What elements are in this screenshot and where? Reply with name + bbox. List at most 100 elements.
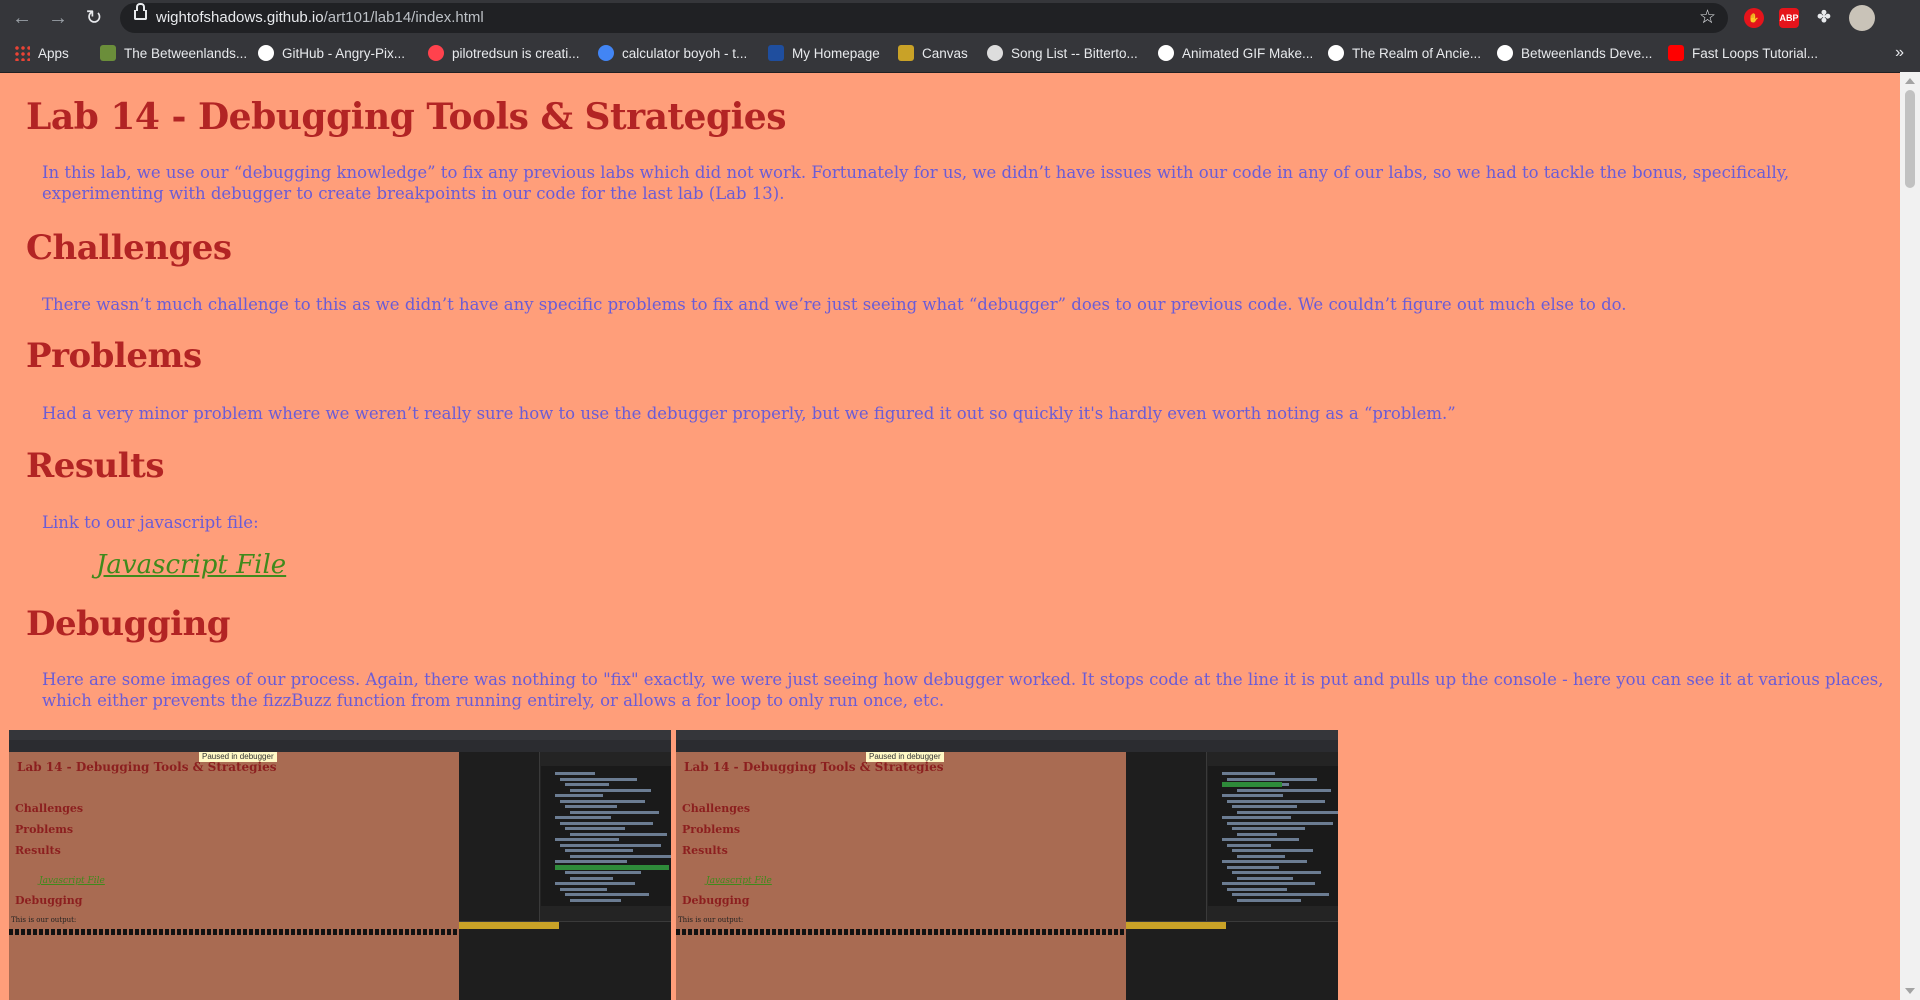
debugger-paused-bar	[1126, 922, 1226, 929]
screenshot-bookmarks-bar	[9, 740, 671, 752]
problems-heading: Problems	[26, 336, 202, 376]
code-line	[570, 788, 651, 792]
devtools-panel	[1126, 752, 1338, 1000]
code-line	[570, 898, 621, 902]
code-line	[555, 772, 595, 775]
mini-heading-debugging: Debugging	[15, 894, 83, 907]
devtools-panel	[459, 752, 671, 1000]
adblock-plus-icon[interactable]: ABP	[1779, 8, 1799, 28]
bookmark-label: The Realm of Ancie...	[1352, 46, 1482, 61]
problems-paragraph: Had a very minor problem where we weren’…	[42, 404, 1456, 423]
mini-heading-debugging: Debugging	[682, 894, 750, 907]
code-line	[1237, 788, 1331, 792]
code-line	[1232, 827, 1305, 830]
bookmark-label: Animated GIF Make...	[1182, 46, 1314, 61]
devtools-source-code	[1208, 766, 1338, 906]
fizzbuzz-output-strip	[676, 929, 1124, 935]
code-line	[1222, 882, 1315, 885]
code-line	[1222, 794, 1283, 797]
mini-page-title: Lab 14 - Debugging Tools & Strategies	[684, 760, 944, 774]
bookmark-item[interactable]: My Homepage	[768, 45, 880, 63]
url-host: wightofshadows.github.io	[156, 9, 324, 26]
extensions-puzzle-icon[interactable]: ✤	[1814, 8, 1834, 28]
code-line	[1222, 860, 1307, 863]
page-scrollbar[interactable]	[1900, 72, 1920, 1000]
code-line	[1222, 838, 1299, 841]
debugger-screenshot-1: Paused in debugger Lab 14 - Debugging To…	[9, 730, 671, 1000]
bookmark-label: Fast Loops Tutorial...	[1692, 46, 1819, 61]
code-line	[1227, 777, 1317, 781]
bookmark-item[interactable]: Canvas	[898, 45, 968, 63]
code-line	[555, 838, 619, 841]
scrollbar-thumb[interactable]	[1905, 90, 1915, 188]
ucsc-icon	[768, 45, 784, 61]
bookmarks-overflow-button[interactable]: »	[1895, 44, 1904, 62]
code-line	[565, 849, 633, 852]
code-line	[1222, 816, 1291, 819]
bookmark-item[interactable]: The Realm of Ancie...	[1328, 45, 1481, 63]
javascript-file-link[interactable]: Javascript File	[96, 550, 286, 580]
apps-grid-icon	[14, 45, 30, 61]
breakpoint-highlight	[555, 865, 669, 870]
screenshot-bookmarks-bar	[676, 740, 1338, 752]
mini-output-text: This is our output:	[678, 916, 744, 924]
lock-icon	[134, 3, 147, 20]
code-line	[1227, 865, 1279, 869]
forward-arrow-icon[interactable]: →	[46, 6, 70, 30]
reload-icon[interactable]: ↻	[82, 6, 106, 30]
challenges-paragraph: There wasn’t much challenge to this as w…	[42, 295, 1627, 314]
bookmark-star-icon[interactable]: ☆	[1699, 6, 1716, 29]
bookmark-item[interactable]: Betweenlands Deve...	[1497, 45, 1652, 63]
url-path: /art101/lab14/index.html	[323, 9, 484, 26]
adblock-label: ABP	[1779, 13, 1799, 23]
bookmark-item[interactable]: Animated GIF Make...	[1158, 45, 1313, 63]
code-line	[565, 783, 609, 786]
song-icon	[987, 45, 1003, 61]
back-arrow-icon[interactable]: ←	[10, 6, 34, 30]
bookmark-label: pilotredsun is creati...	[452, 46, 580, 61]
code-line	[1232, 849, 1313, 852]
debugger-screenshot-2: Paused in debugger Lab 14 - Debugging To…	[676, 730, 1338, 1000]
code-line	[565, 827, 625, 830]
bookmark-item[interactable]: Fast Loops Tutorial...	[1668, 45, 1818, 63]
bookmark-item[interactable]: pilotredsun is creati...	[428, 45, 580, 63]
code-line	[555, 816, 611, 819]
breakpoint-highlight	[1222, 782, 1282, 787]
results-heading: Results	[26, 446, 165, 486]
bookmark-item[interactable]: calculator boyoh - t...	[598, 45, 747, 63]
debugging-paragraph: Here are some images of our process. Aga…	[42, 670, 1884, 710]
code-line	[570, 832, 667, 836]
scroll-down-arrow-icon[interactable]	[1905, 988, 1915, 994]
mini-heading-results: Results	[15, 844, 61, 857]
page-title: Lab 14 - Debugging Tools & Strategies	[26, 96, 786, 138]
bookmark-label: Apps	[38, 46, 69, 61]
betweenlands-icon	[100, 45, 116, 61]
mini-heading-results: Results	[682, 844, 728, 857]
address-bar[interactable]: wightofshadows.github.io/art101/lab14/in…	[120, 3, 1728, 33]
bookmark-label: calculator boyoh - t...	[622, 46, 748, 61]
scroll-up-arrow-icon[interactable]	[1905, 78, 1915, 84]
bookmark-item[interactable]: Apps	[14, 45, 69, 63]
canvas-icon	[898, 45, 914, 61]
extension-hand-icon[interactable]: ✋	[1744, 8, 1764, 28]
devtools-source-code	[541, 766, 671, 906]
results-paragraph: Link to our javascript file:	[42, 513, 259, 532]
bookmark-item[interactable]: Song List -- Bitterto...	[987, 45, 1138, 63]
code-line	[560, 777, 637, 781]
url-text[interactable]: wightofshadows.github.io/art101/lab14/in…	[156, 9, 484, 26]
mini-javascript-link: Javascript File	[706, 876, 772, 886]
mini-heading-challenges: Challenges	[15, 802, 84, 815]
code-line	[570, 810, 659, 814]
bookmark-item[interactable]: GitHub - Angry-Pix...	[258, 45, 405, 63]
code-line	[1232, 871, 1321, 874]
profile-avatar[interactable]	[1849, 5, 1875, 31]
mini-heading-challenges: Challenges	[682, 802, 751, 815]
code-line	[1237, 898, 1301, 902]
code-line	[565, 893, 649, 896]
code-line	[570, 854, 671, 858]
code-line	[1237, 832, 1277, 836]
code-line	[1227, 887, 1287, 891]
code-line	[560, 799, 645, 803]
bookmark-item[interactable]: The Betweenlands...	[100, 45, 247, 63]
code-line	[560, 843, 661, 847]
